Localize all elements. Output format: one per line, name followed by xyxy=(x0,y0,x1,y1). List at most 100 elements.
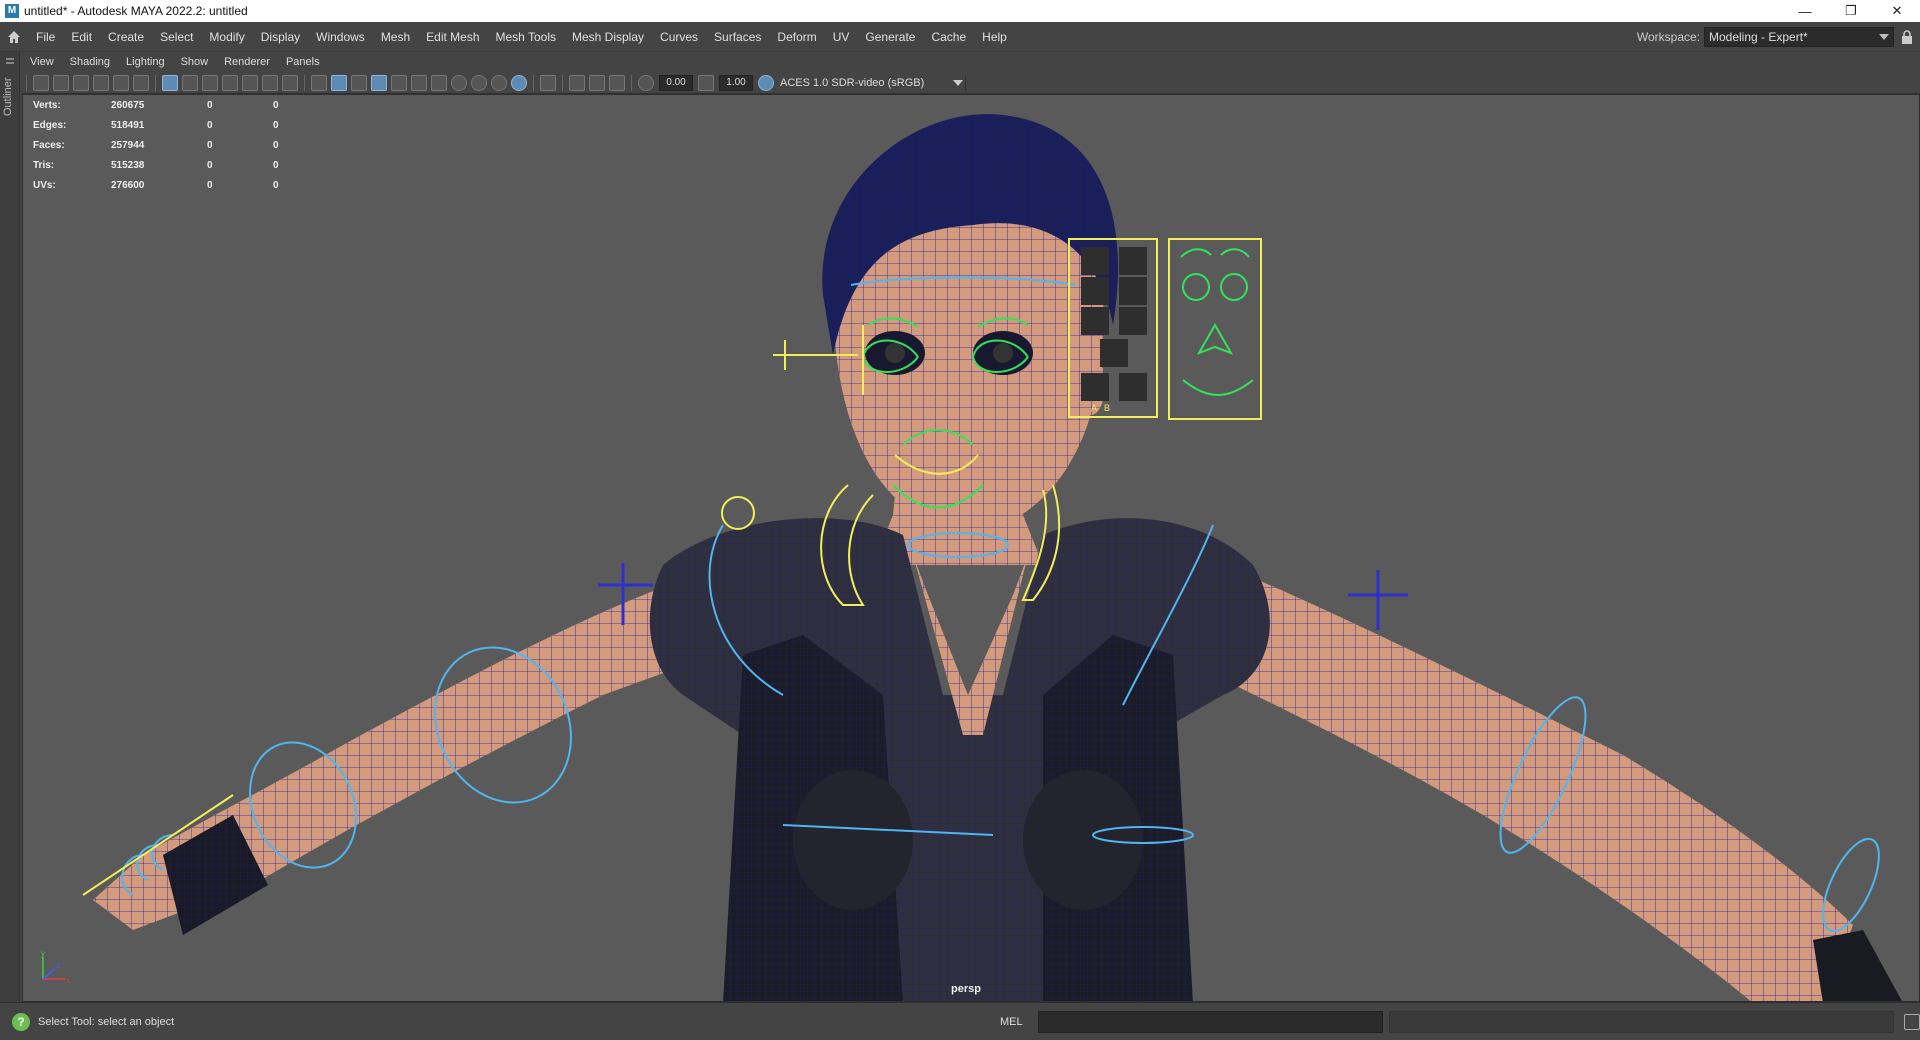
panel-menu-panels[interactable]: Panels xyxy=(278,56,328,68)
restore-button[interactable]: ❐ xyxy=(1828,0,1874,22)
main-menu-bar: File Edit Create Select Modify Display W… xyxy=(0,22,1920,52)
menu-help[interactable]: Help xyxy=(974,22,1015,52)
drag-handle-icon[interactable] xyxy=(6,58,14,64)
hud-row-edges: Edges: 518491 0 0 xyxy=(33,115,313,135)
perspective-viewport[interactable]: A B Verts: 260675 0 0 Edges: 518491 0 0 … xyxy=(22,94,1920,1002)
help-icon[interactable]: ? xyxy=(12,1012,30,1031)
depth-of-field-icon[interactable] xyxy=(511,74,527,91)
menu-edit-mesh[interactable]: Edit Mesh xyxy=(418,22,487,52)
camera-attributes-icon[interactable] xyxy=(53,74,69,91)
gamma-field[interactable]: 1.00 xyxy=(719,74,753,91)
hud-label: Tris: xyxy=(33,159,55,171)
camera-name-label: persp xyxy=(951,983,981,995)
multisample-aa-icon[interactable] xyxy=(491,74,507,91)
default-material-icon[interactable] xyxy=(351,74,367,91)
left-arm[interactable] xyxy=(93,580,713,935)
menu-cache[interactable]: Cache xyxy=(923,22,974,52)
panel-menu-view[interactable]: View xyxy=(22,56,62,68)
menu-deform[interactable]: Deform xyxy=(769,22,824,52)
exposure-field[interactable]: 0.00 xyxy=(659,74,693,91)
xray-icon[interactable] xyxy=(569,74,585,91)
gamma-icon[interactable] xyxy=(698,74,714,91)
menu-select[interactable]: Select xyxy=(152,22,201,52)
menu-mesh[interactable]: Mesh xyxy=(373,22,418,52)
menu-modify[interactable]: Modify xyxy=(201,22,252,52)
menu-display[interactable]: Display xyxy=(253,22,308,52)
grease-pencil-icon[interactable] xyxy=(133,74,149,91)
panel-menu-shading[interactable]: Shading xyxy=(62,56,118,68)
command-line-input[interactable] xyxy=(1038,1010,1383,1033)
safe-action-icon[interactable] xyxy=(262,74,278,91)
use-all-lights-icon[interactable] xyxy=(411,74,427,91)
bookmark-icon[interactable] xyxy=(73,74,89,91)
lock-icon[interactable] xyxy=(1894,22,1920,52)
shadows-icon[interactable] xyxy=(431,74,447,91)
menu-windows[interactable]: Windows xyxy=(308,22,373,52)
facial-control-panel-shapes[interactable] xyxy=(1168,238,1262,420)
window-controls: — ❐ ✕ xyxy=(1782,0,1920,22)
head[interactable] xyxy=(822,114,1119,535)
menu-uv[interactable]: UV xyxy=(825,22,858,52)
safe-title-icon[interactable] xyxy=(282,74,298,91)
textured-icon[interactable] xyxy=(391,74,407,91)
menu-create[interactable]: Create xyxy=(100,22,152,52)
camera-select-icon[interactable] xyxy=(33,74,49,91)
isolate-select-icon[interactable] xyxy=(540,74,556,91)
view-transform-select[interactable]: ACES 1.0 SDR-video (sRGB) xyxy=(776,74,966,91)
hud-value: 276600 xyxy=(111,179,145,191)
grid-icon[interactable] xyxy=(162,74,178,91)
panel-menu-bar: View Shading Lighting Show Renderer Pane… xyxy=(22,52,1920,72)
hud-value: 257944 xyxy=(111,139,145,151)
help-line-bar: ? Select Tool: select an object MEL xyxy=(0,1002,1920,1040)
smooth-shade-icon[interactable] xyxy=(331,74,347,91)
menu-generate[interactable]: Generate xyxy=(857,22,923,52)
color-management-icon[interactable] xyxy=(758,74,774,91)
wireframe-icon[interactable] xyxy=(311,74,327,91)
maya-app-icon: M xyxy=(5,4,19,18)
menu-mesh-display[interactable]: Mesh Display xyxy=(564,22,652,52)
poly-count-hud: Verts: 260675 0 0 Edges: 518491 0 0 Face… xyxy=(33,95,313,195)
close-button[interactable]: ✕ xyxy=(1874,0,1920,22)
facial-button-b: B xyxy=(1104,403,1110,413)
screen-space-ao-icon[interactable] xyxy=(451,74,467,91)
minimize-button[interactable]: — xyxy=(1782,0,1828,22)
film-gate-icon[interactable] xyxy=(182,74,198,91)
toolbar-separator xyxy=(155,74,156,91)
hud-component: 0 xyxy=(273,119,279,131)
menu-surfaces[interactable]: Surfaces xyxy=(706,22,769,52)
xray-components-icon[interactable] xyxy=(609,74,625,91)
menu-file[interactable]: File xyxy=(28,22,63,52)
hud-value: 260675 xyxy=(111,99,145,111)
script-editor-icon[interactable] xyxy=(1904,1013,1920,1030)
hud-selected: 0 xyxy=(207,99,213,111)
wireframe-on-shaded-icon[interactable] xyxy=(371,74,387,91)
workspace-value: Modeling - Expert* xyxy=(1709,30,1808,44)
outliner-tab[interactable]: Outliner xyxy=(0,52,20,1002)
axis-z-label: z xyxy=(56,961,60,970)
menu-curves[interactable]: Curves xyxy=(652,22,706,52)
menu-mesh-tools[interactable]: Mesh Tools xyxy=(488,22,564,52)
field-chart-icon[interactable] xyxy=(242,74,258,91)
torso[interactable] xyxy=(649,518,1270,1002)
panel-menu-show[interactable]: Show xyxy=(173,56,217,68)
image-plane-icon[interactable] xyxy=(93,74,109,91)
menu-edit[interactable]: Edit xyxy=(63,22,100,52)
xray-joints-icon[interactable] xyxy=(589,74,605,91)
hud-row-faces: Faces: 257944 0 0 xyxy=(33,135,313,155)
workspace-select[interactable]: Modeling - Expert* xyxy=(1704,27,1894,47)
2d-pan-zoom-icon[interactable] xyxy=(113,74,129,91)
right-arm[interactable] xyxy=(1173,565,1903,1002)
command-language-label[interactable]: MEL xyxy=(1000,1016,1030,1028)
gate-mask-icon[interactable] xyxy=(222,74,238,91)
axis-x-label: x xyxy=(66,976,70,985)
home-icon[interactable] xyxy=(0,22,28,52)
panel-menu-lighting[interactable]: Lighting xyxy=(118,56,173,68)
hud-label: Edges: xyxy=(33,119,67,131)
motion-blur-icon[interactable] xyxy=(471,74,487,91)
exposure-icon[interactable] xyxy=(638,74,654,91)
panel-toolbar: 0.00 1.00 ACES 1.0 SDR-video (sRGB) xyxy=(22,72,1920,94)
resolution-gate-icon[interactable] xyxy=(202,74,218,91)
panel-menu-renderer[interactable]: Renderer xyxy=(216,56,278,68)
hud-selected: 0 xyxy=(207,179,213,191)
workspace-label: Workspace: xyxy=(1636,30,1700,44)
